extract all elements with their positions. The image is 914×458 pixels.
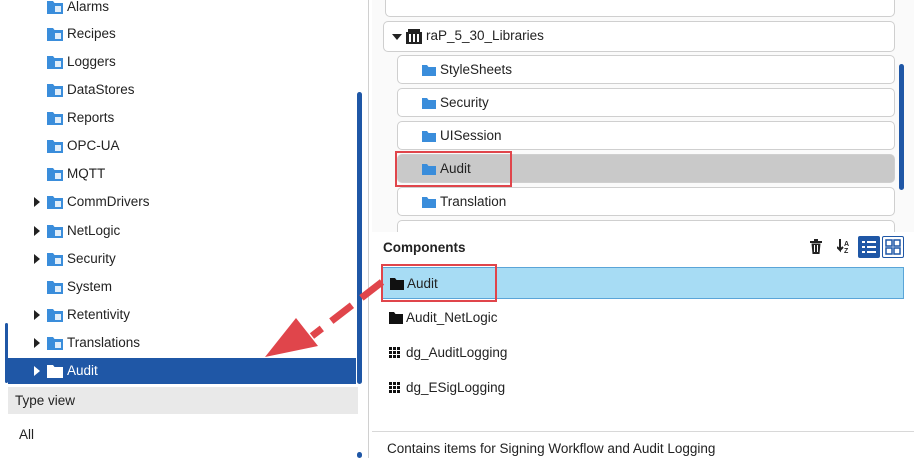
red-dashed-arrow bbox=[265, 279, 385, 357]
arrow-shaft bbox=[309, 279, 385, 339]
arrow-head bbox=[265, 318, 318, 357]
